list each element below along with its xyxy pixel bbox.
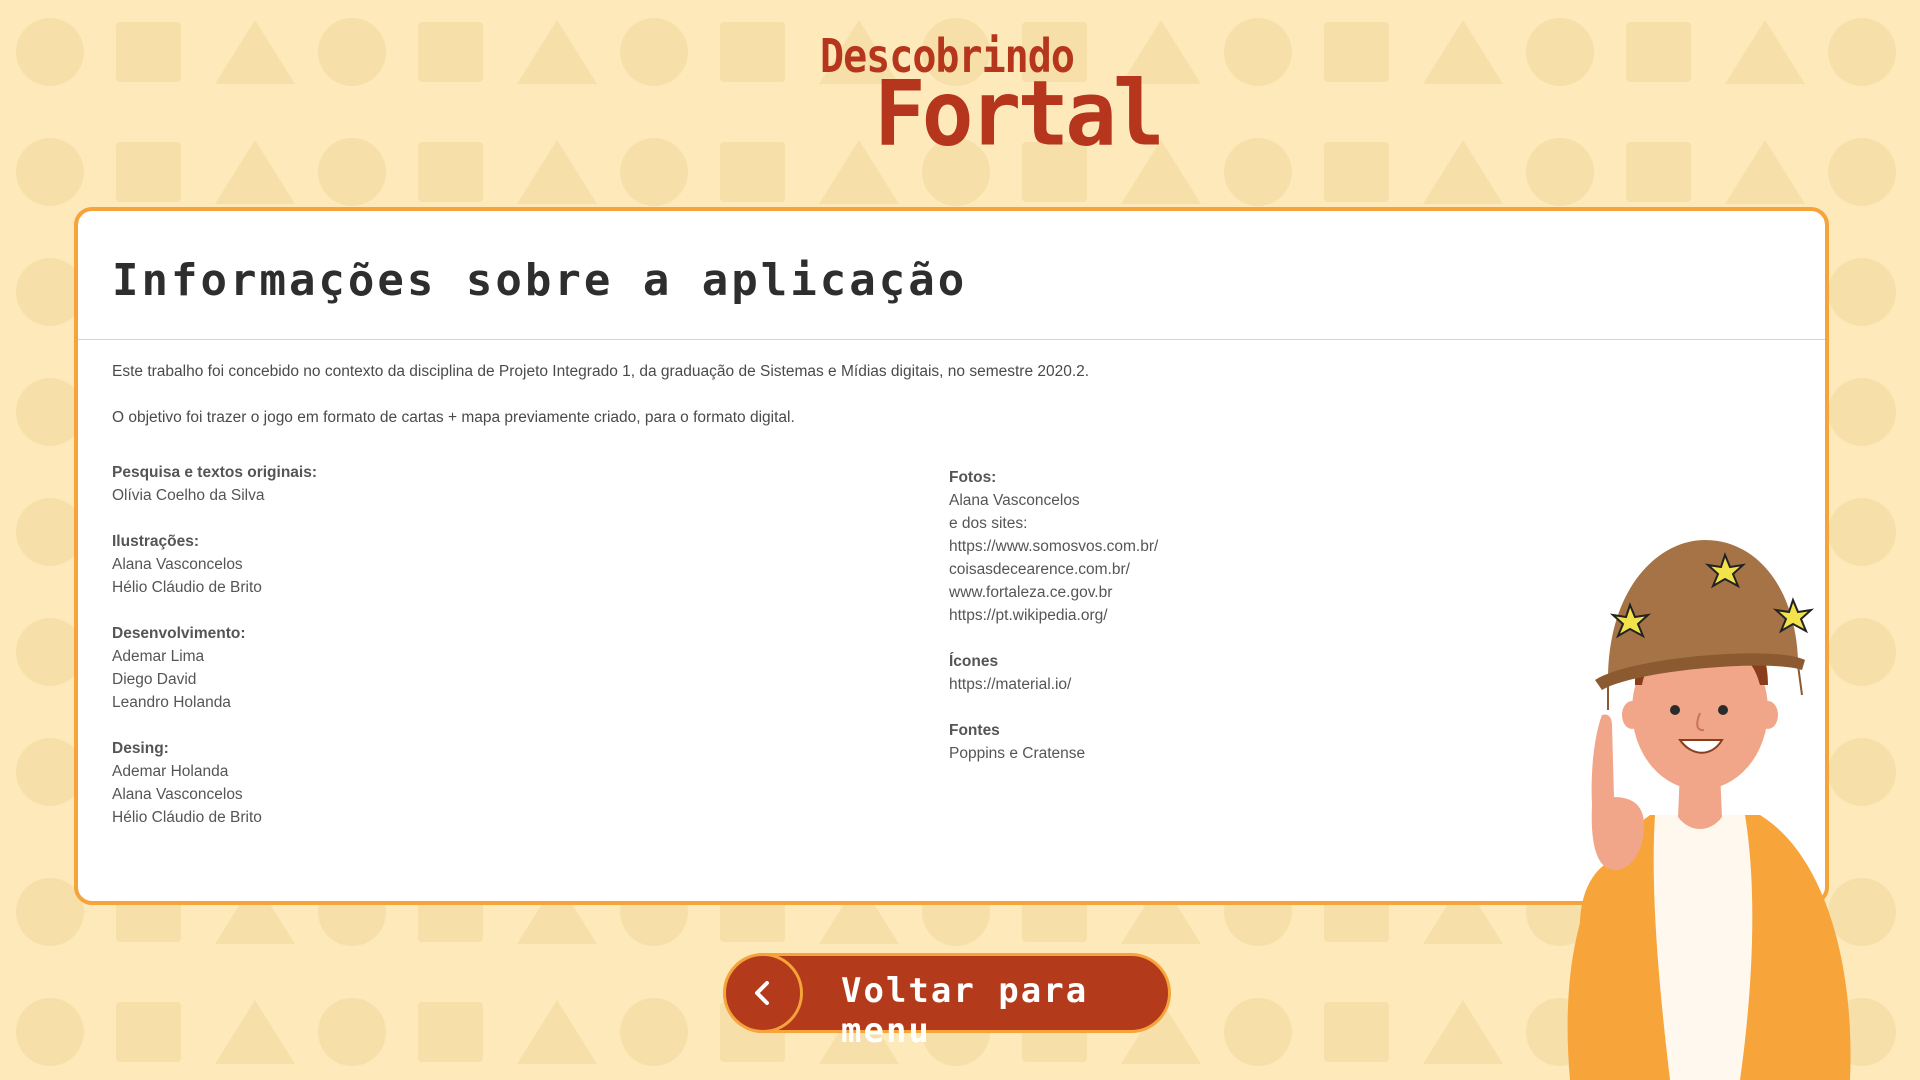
card-divider — [78, 339, 1825, 340]
character-illustration — [1567, 540, 1851, 1080]
credit-line: www.fortaleza.ce.gov.br — [949, 584, 1113, 601]
credit-group: Fotos: Alana Vasconcelos e dos sites: https… — [949, 466, 1158, 627]
credit-line: https://material.io/ — [949, 676, 1072, 693]
credit-line: Alana Vasconcelos — [112, 556, 243, 573]
credit-line: Olívia Coelho da Silva — [112, 487, 265, 504]
card-title: Informações sobre a aplicação — [112, 255, 968, 306]
chevron-left-icon — [755, 981, 769, 1005]
credit-line: https://pt.wikipedia.org/ — [949, 607, 1108, 624]
credit-group-title: Desenvolvimento: — [112, 625, 246, 642]
credit-group-title: Ilustrações: — [112, 533, 200, 550]
credit-group: Desenvolvimento: Ademar Lima Diego David Le… — [112, 622, 317, 714]
credit-group: Ícones https://material.io/ — [949, 650, 1158, 696]
credit-group-title: Fontes — [949, 722, 1000, 739]
credit-group-title: Ícones — [949, 653, 999, 670]
credit-group-title: Pesquisa e textos originais: — [112, 464, 318, 481]
back-button-label: Voltar para menu — [841, 971, 1089, 1051]
credit-line: e dos sites: — [949, 515, 1028, 532]
credit-group: Ilustrações: Alana Vasconcelos Hélio Cláud… — [112, 530, 317, 599]
credit-line: Hélio Cláudio de Brito — [112, 579, 262, 596]
credit-group-title: Desing: — [112, 740, 169, 757]
credit-line: Alana Vasconcelos — [949, 492, 1080, 509]
credit-line: Ademar Lima — [112, 648, 205, 665]
credits-left-column: Pesquisa e textos originais: Olívia Coelh… — [112, 461, 317, 852]
credit-group-title: Fotos: — [949, 469, 997, 486]
credits-right-column: Fotos: Alana Vasconcelos e dos sites: https… — [949, 466, 1158, 788]
credit-line: Leandro Holanda — [112, 694, 231, 711]
credit-line: Diego David — [112, 671, 197, 688]
credit-line: Ademar Holanda — [112, 763, 229, 780]
credit-group: Fontes Poppins e Cratense — [949, 719, 1158, 765]
back-icon-circle[interactable] — [723, 953, 803, 1033]
credit-line: Alana Vasconcelos — [112, 786, 243, 803]
intro-text-2: O objetivo foi trazer o jogo em formato … — [112, 409, 795, 426]
credit-line: coisasdecearence.com.br/ — [949, 561, 1130, 578]
intro-text-1: Este trabalho foi concebido no contexto … — [112, 363, 1090, 380]
logo-line-2: Fortal — [874, 61, 1165, 167]
credit-line: https://www.somosvos.com.br/ — [949, 538, 1159, 555]
credit-group: Pesquisa e textos originais: Olívia Coelh… — [112, 461, 317, 507]
app-logo: Descobrindo Fortal — [800, 30, 1165, 165]
credit-line: Poppins e Cratense — [949, 745, 1086, 762]
credit-line: Hélio Cláudio de Brito — [112, 809, 262, 826]
back-to-menu-button[interactable]: Voltar para menu — [723, 953, 1171, 1051]
credit-group: Desing: Ademar Holanda Alana Vasconcelos Hé… — [112, 737, 317, 829]
